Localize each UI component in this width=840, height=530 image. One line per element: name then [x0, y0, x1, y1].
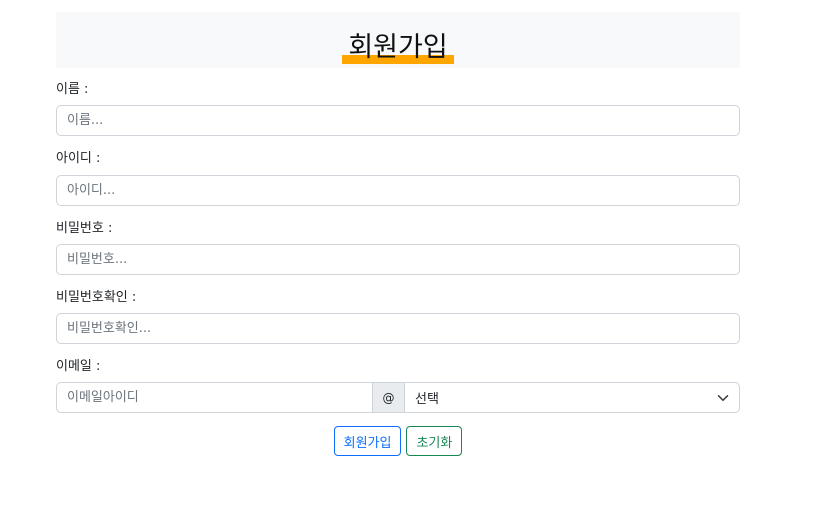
form-buttons: 회원가입 초기화 [56, 426, 740, 456]
password-input[interactable] [56, 244, 740, 275]
password-label: 비밀번호 : [56, 221, 113, 236]
name-input[interactable] [56, 105, 740, 136]
page-title: 회원가입 [342, 32, 454, 64]
email-at-symbol: @ [372, 382, 405, 413]
email-id-input[interactable] [56, 382, 372, 413]
userid-label: 아이디 : [56, 151, 101, 166]
email-label: 이메일 : [56, 359, 101, 374]
page-header: 회원가입 [56, 12, 740, 68]
password-confirm-group: 비밀번호확인 : [56, 290, 740, 344]
password-confirm-label: 비밀번호확인 : [56, 290, 137, 305]
reset-button[interactable]: 초기화 [406, 426, 463, 456]
chevron-down-icon [717, 394, 729, 401]
userid-input[interactable] [56, 175, 740, 206]
email-domain-select[interactable]: 선택 [405, 382, 740, 413]
name-group: 이름 : [56, 82, 740, 136]
name-label: 이름 : [56, 82, 89, 97]
password-group: 비밀번호 : [56, 221, 740, 275]
email-input-group: @ 선택 [56, 382, 740, 413]
password-confirm-input[interactable] [56, 313, 740, 344]
email-domain-selected: 선택 [415, 392, 439, 407]
signup-form: 회원가입 이름 : 아이디 : 비밀번호 : 비밀번호확인 : 이메일 : @ … [56, 12, 740, 456]
email-group: 이메일 : @ 선택 [56, 359, 740, 413]
userid-group: 아이디 : [56, 151, 740, 206]
signup-button[interactable]: 회원가입 [333, 426, 402, 456]
